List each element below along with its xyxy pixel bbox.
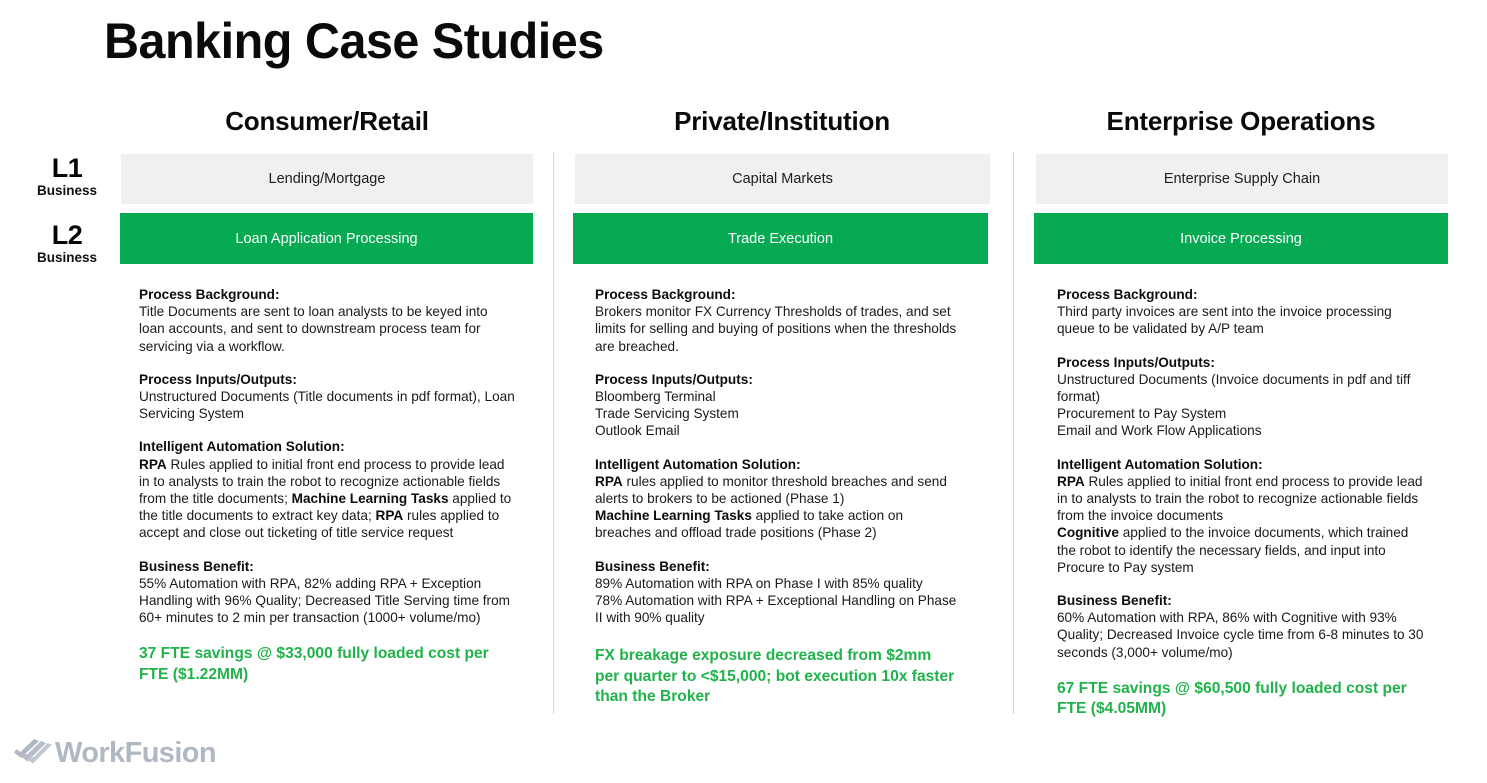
section-heading: Business Benefit:: [139, 558, 254, 574]
section-text: Brokers monitor FX Currency Thresholds o…: [595, 304, 957, 354]
l2-bar-loan-application-processing: Loan Application Processing: [120, 213, 533, 264]
section-intelligent-automation-solution: Intelligent Automation Solution: RPA Rul…: [1057, 456, 1427, 576]
level-sublabel-l2: Business: [36, 250, 98, 266]
section-process-background: Process Background: Third party invoices…: [1057, 286, 1427, 338]
section-process-inputs-outputs: Process Inputs/Outputs: Bloomberg Termin…: [595, 371, 957, 440]
section-heading: Business Benefit:: [595, 558, 710, 574]
section-text: Unstructured Documents (Title documents …: [139, 389, 515, 422]
column-header-enterprise-operations: Enterprise Operations: [1106, 106, 1376, 136]
section-text: 55% Automation with RPA, 82% adding RPA …: [139, 575, 510, 626]
l2-bar-invoice-processing: Invoice Processing: [1034, 213, 1448, 264]
section-heading: Process Background:: [139, 287, 280, 302]
column-header-private-institution: Private/Institution: [674, 106, 890, 136]
section-business-benefit: Business Benefit: 55% Automation with RP…: [139, 558, 517, 627]
l1-bar-capital-markets: Capital Markets: [575, 154, 990, 204]
case-study-body-private-institution: Process Background: Brokers monitor FX C…: [595, 286, 957, 708]
column-header-consumer-retail: Consumer/Retail: [225, 106, 429, 136]
level-sublabel-l1: Business: [36, 183, 98, 199]
savings-highlight: 67 FTE savings @ $60,500 fully loaded co…: [1057, 679, 1407, 718]
l1-bar-enterprise-supply-chain: Enterprise Supply Chain: [1036, 154, 1448, 204]
section-heading: Process Background:: [1057, 287, 1198, 302]
section-heading: Process Inputs/Outputs:: [595, 371, 753, 387]
section-text: RPA rules applied to monitor threshold b…: [595, 473, 947, 541]
case-study-body-consumer-retail: Process Background: Title Documents are …: [139, 286, 517, 685]
section-business-benefit: Business Benefit: 60% Automation with RP…: [1057, 592, 1427, 661]
section-heading: Business Benefit:: [1057, 593, 1172, 609]
section-text: Title Documents are sent to loan analyst…: [139, 304, 488, 354]
column-divider-2: [1013, 152, 1014, 714]
level-code-l1: L1: [51, 153, 83, 183]
section-text: RPA Rules applied to initial front end p…: [139, 456, 512, 541]
case-study-body-enterprise-operations: Process Background: Third party invoices…: [1057, 286, 1427, 720]
section-intelligent-automation-solution: Intelligent Automation Solution: RPA rul…: [595, 456, 957, 542]
level-label-l2: L2 Business: [24, 221, 110, 268]
section-heading: Process Inputs/Outputs:: [139, 371, 297, 387]
double-check-swoosh-icon: [12, 736, 54, 771]
l2-bar-trade-execution: Trade Execution: [573, 213, 988, 264]
level-code-l2: L2: [51, 220, 83, 250]
section-process-inputs-outputs: Process Inputs/Outputs: Unstructured Doc…: [139, 371, 517, 423]
savings-highlight: FX breakage exposure decreased from $2mm…: [595, 647, 955, 706]
section-heading: Intelligent Automation Solution:: [1057, 456, 1263, 472]
section-text: 60% Automation with RPA, 86% with Cognit…: [1057, 610, 1424, 660]
l1-bar-lending-mortgage: Lending/Mortgage: [121, 154, 533, 204]
section-intelligent-automation-solution: Intelligent Automation Solution: RPA Rul…: [139, 438, 517, 541]
section-text: RPA Rules applied to initial front end p…: [1057, 473, 1423, 575]
section-heading: Process Background:: [595, 287, 736, 302]
section-business-benefit: Business Benefit: 89% Automation with RP…: [595, 558, 957, 627]
section-heading: Intelligent Automation Solution:: [139, 439, 345, 455]
workfusion-logo: WorkFusion: [12, 733, 217, 773]
section-heading: Process Inputs/Outputs:: [1057, 354, 1215, 370]
column-divider-1: [553, 152, 554, 714]
section-heading: Intelligent Automation Solution:: [595, 456, 801, 472]
section-text: 89% Automation with RPA on Phase I with …: [595, 575, 957, 626]
section-process-inputs-outputs: Process Inputs/Outputs: Unstructured Doc…: [1057, 354, 1427, 440]
page-title: Banking Case Studies: [104, 13, 604, 69]
section-process-background: Process Background: Title Documents are …: [139, 286, 517, 355]
section-text: Third party invoices are sent into the i…: [1057, 304, 1392, 337]
level-label-l1: L1 Business: [24, 154, 110, 201]
section-text: Unstructured Documents (Invoice document…: [1057, 371, 1411, 439]
section-text: Bloomberg Terminal Trade Servicing System…: [595, 389, 739, 439]
savings-highlight: 37 FTE savings @ $33,000 fully loaded co…: [139, 645, 489, 683]
section-process-background: Process Background: Brokers monitor FX C…: [595, 286, 957, 355]
workfusion-wordmark: WorkFusion: [55, 736, 217, 769]
